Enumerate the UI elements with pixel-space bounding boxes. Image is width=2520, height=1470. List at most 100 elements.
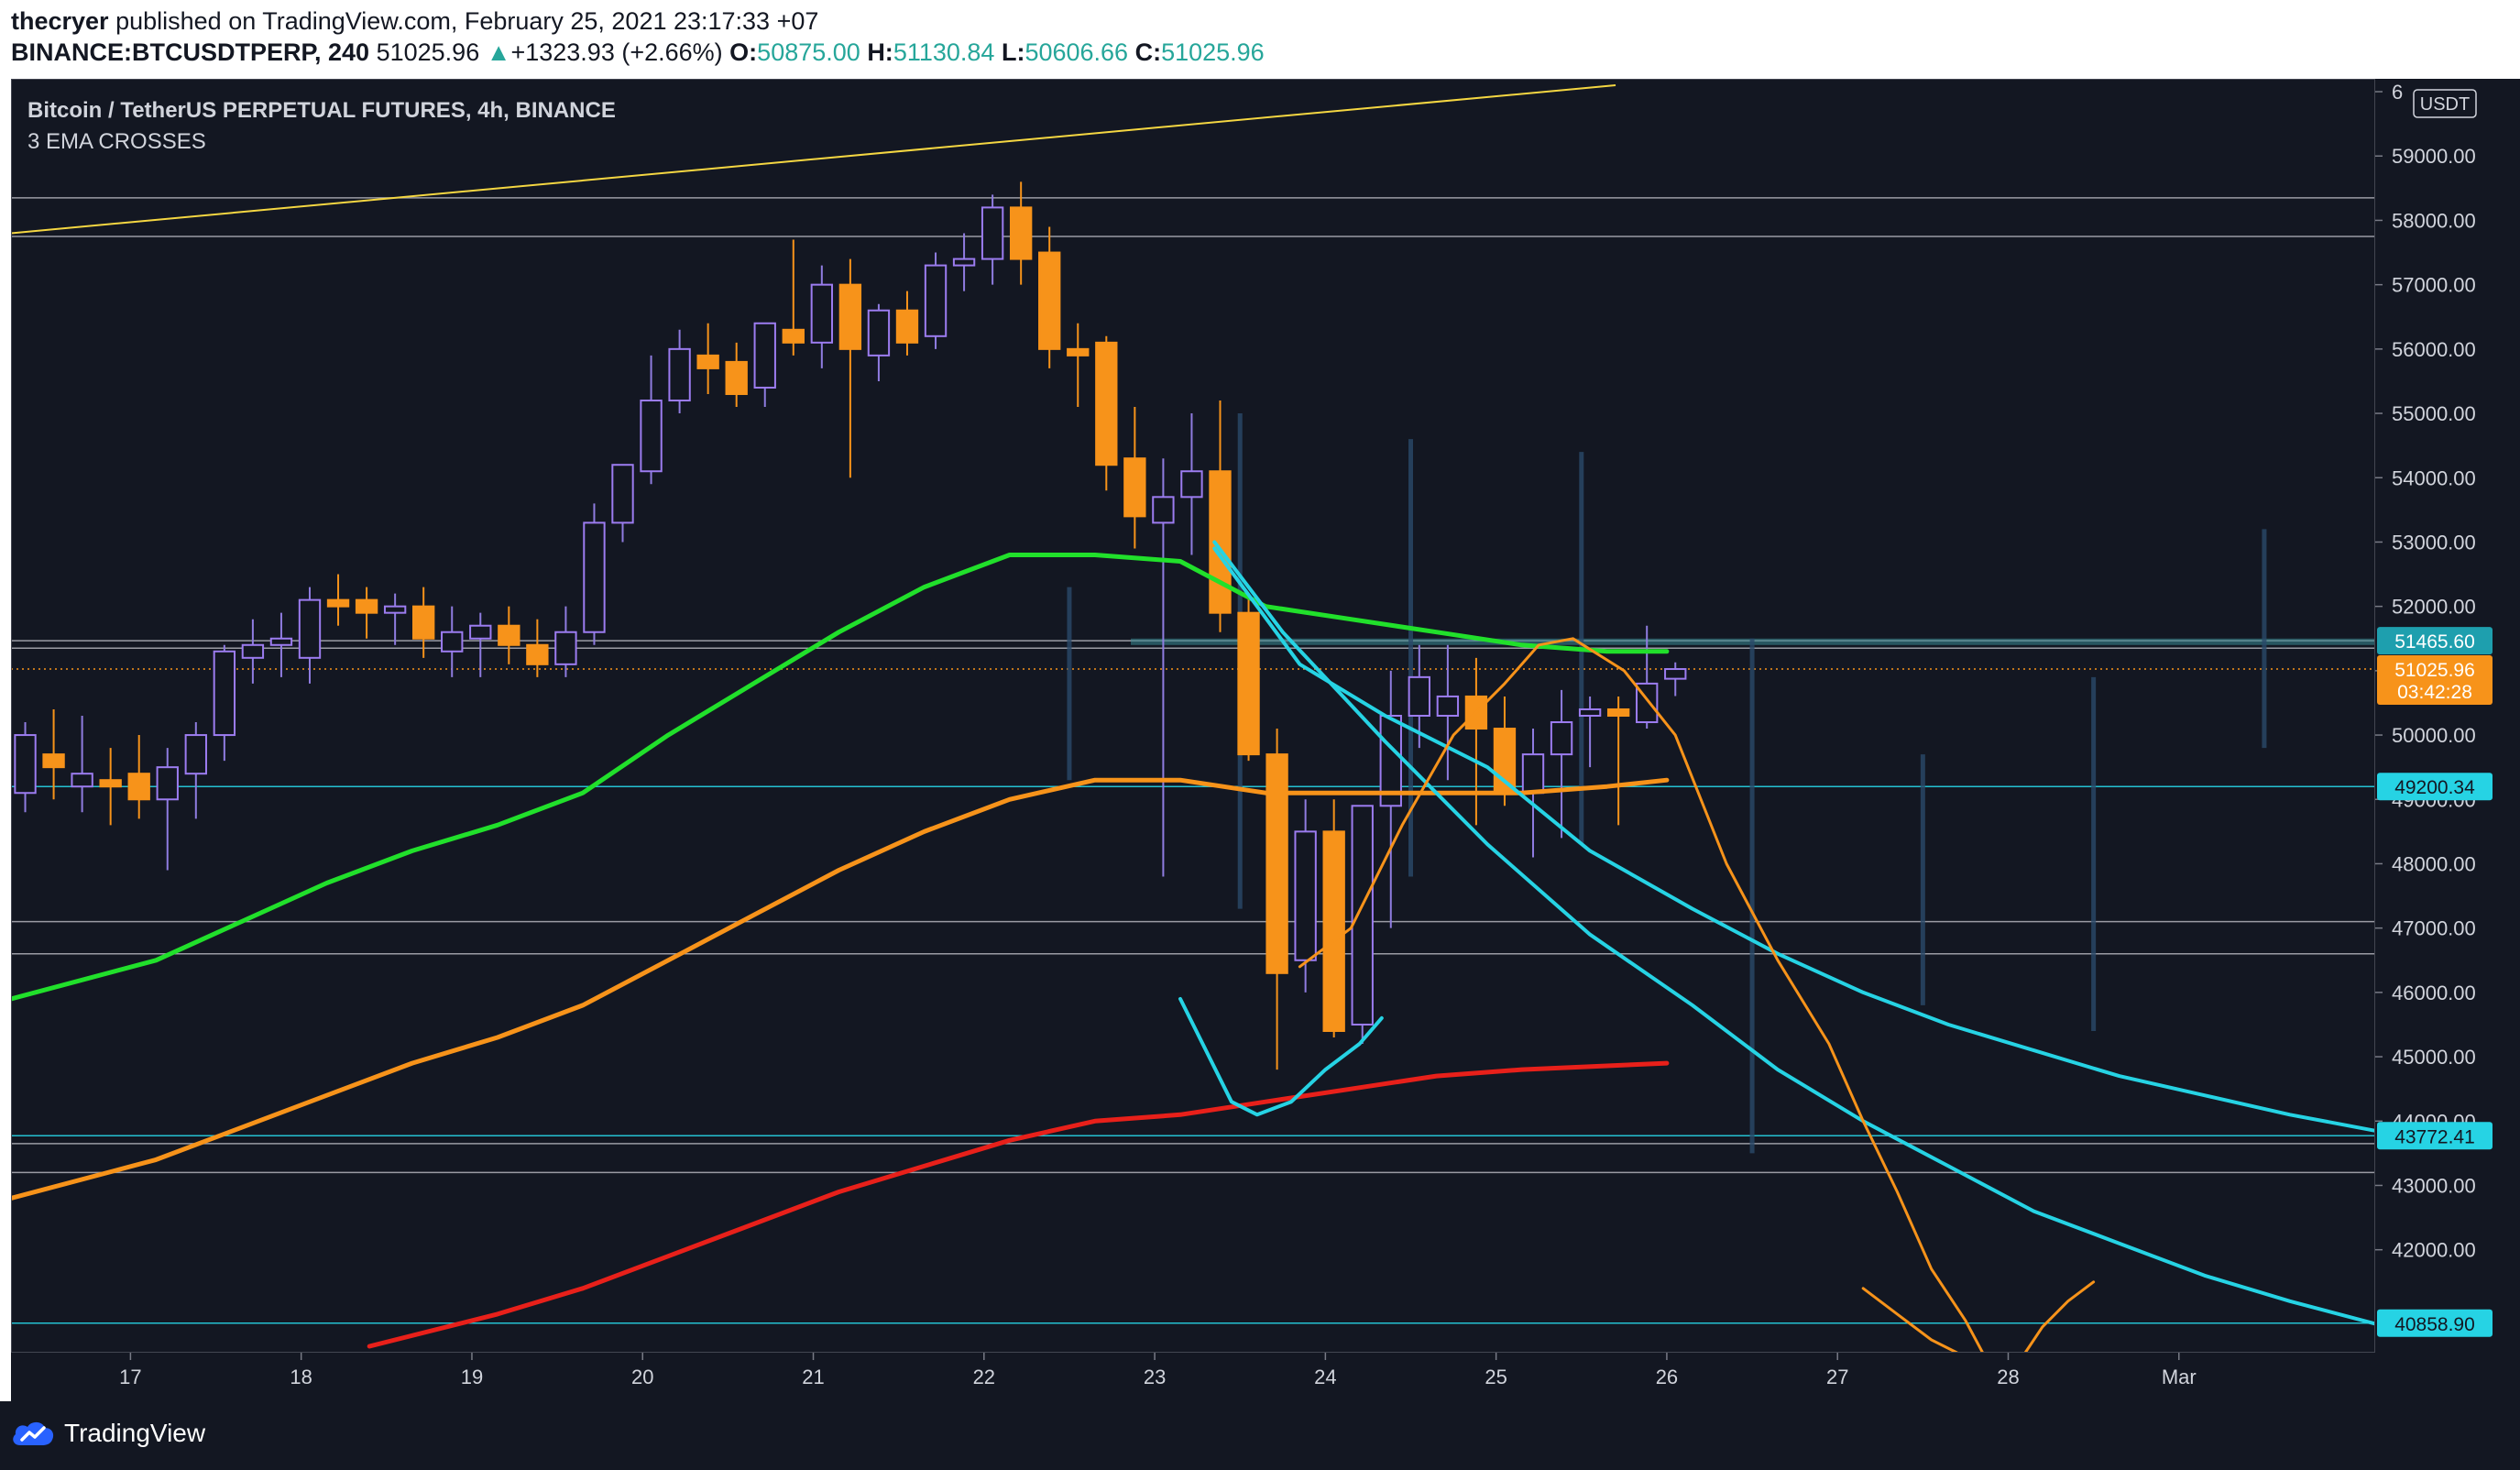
- candle-body: [71, 773, 93, 788]
- price-tick-label: 58000.00: [2392, 209, 2476, 232]
- open-label: O:: [729, 38, 758, 66]
- close-value: 51025.96: [1161, 38, 1265, 66]
- high-label: H:: [867, 38, 893, 66]
- time-tick-label: 22: [973, 1366, 995, 1388]
- price-tick-label: 46000.00: [2392, 982, 2476, 1004]
- price-tick-label: 53000.00: [2392, 531, 2476, 554]
- candle-body: [640, 400, 663, 473]
- candle-body: [498, 624, 520, 646]
- close-label: C:: [1134, 38, 1162, 66]
- candle-body: [269, 637, 293, 646]
- candle-body: [1067, 347, 1090, 357]
- price-chart[interactable]: Bitcoin / TetherUS PERPETUAL FUTURES, 4h…: [8, 78, 2520, 1401]
- price-badge-label: 49200.34: [2394, 777, 2475, 798]
- candle-body: [668, 347, 691, 402]
- price-tick-label: 55000.00: [2392, 402, 2476, 425]
- candle-body: [1009, 206, 1033, 260]
- price-tick-label: 47000.00: [2392, 917, 2476, 940]
- time-tick-label: 23: [1144, 1366, 1166, 1388]
- candle-body: [99, 779, 122, 788]
- time-tick-label: 28: [1997, 1366, 2019, 1388]
- candle-body: [924, 264, 948, 337]
- candle-body: [753, 322, 776, 389]
- price-change: +1323.93 (+2.66%): [510, 38, 723, 66]
- chart-title: Bitcoin / TetherUS PERPETUAL FUTURES, 4h…: [27, 98, 616, 123]
- candle-body: [14, 734, 37, 795]
- symbol-info-line: BINANCE:BTCUSDTPERP, 240 51025.96 ▲+1323…: [11, 38, 1265, 67]
- candle-body: [867, 309, 891, 357]
- author-name[interactable]: thecryer: [11, 7, 109, 35]
- price-tick-label: 43000.00: [2392, 1174, 2476, 1197]
- chart-background: [11, 79, 2520, 1401]
- candle-body: [383, 605, 407, 614]
- price-tick-label: 6: [2392, 81, 2403, 104]
- candle-body: [1521, 753, 1545, 795]
- candle-body: [412, 605, 435, 640]
- price-tick-label: 50000.00: [2392, 724, 2476, 747]
- price-badge-label: 51025.96: [2394, 660, 2475, 681]
- price-tick-label: 57000.00: [2392, 274, 2476, 297]
- candle-body: [1408, 675, 1431, 717]
- candle-body: [1180, 470, 1203, 499]
- price-tick-label: 48000.00: [2392, 852, 2476, 875]
- candle-body: [725, 360, 748, 395]
- candle-body: [127, 773, 150, 801]
- indicator-label: 3 EMA CROSSES: [27, 129, 206, 154]
- price-tick-label: 54000.00: [2392, 466, 2476, 489]
- time-tick-label: 19: [461, 1366, 483, 1388]
- countdown-label: 03:42:28: [2397, 682, 2472, 703]
- candle-body: [1351, 805, 1374, 1026]
- price-tick-label: 52000.00: [2392, 596, 2476, 619]
- symbol-name: BINANCE:BTCUSDTPERP, 240: [11, 38, 370, 66]
- low-value: 50606.66: [1024, 38, 1129, 66]
- candle-body: [1123, 457, 1146, 518]
- time-tick-label: 20: [631, 1366, 653, 1388]
- time-tick-label: 18: [290, 1366, 312, 1388]
- candle-body: [298, 598, 322, 659]
- chart-container[interactable]: Bitcoin / TetherUS PERPETUAL FUTURES, 4h…: [8, 78, 2520, 1401]
- candle-body: [554, 631, 577, 665]
- candle-body: [1038, 251, 1061, 350]
- candle-body: [1550, 721, 1573, 756]
- time-tick-label: 24: [1314, 1366, 1336, 1388]
- candle-body: [782, 328, 805, 344]
- brand-name: TradingView: [64, 1419, 206, 1447]
- publish-date: published on TradingView.com, February 2…: [115, 7, 819, 35]
- candle-body: [583, 521, 606, 633]
- candle-body: [241, 643, 265, 659]
- footer-bar: TradingView: [0, 1401, 2520, 1470]
- price-tick-label: 59000.00: [2392, 145, 2476, 168]
- time-tick-label: 26: [1656, 1366, 1678, 1388]
- candle-body: [184, 734, 207, 775]
- candle-body: [810, 283, 834, 344]
- candle-body: [895, 309, 919, 344]
- time-tick-label: 27: [1826, 1366, 1848, 1388]
- candle-body: [1294, 830, 1317, 961]
- price-badge-label: 43772.41: [2394, 1126, 2475, 1147]
- candle-body: [1322, 830, 1345, 1032]
- last-price: 51025.96: [376, 38, 480, 66]
- candle-body: [696, 354, 719, 369]
- time-tick-label: Mar: [2162, 1366, 2197, 1388]
- candle-body: [441, 631, 464, 653]
- low-label: L:: [1001, 38, 1025, 66]
- price-badge-label: 51465.60: [2394, 631, 2475, 653]
- brand-logo[interactable]: TradingView: [11, 1418, 205, 1449]
- candle-body: [981, 206, 1004, 260]
- candle-body: [1436, 695, 1460, 717]
- currency-badge: USDT: [2420, 94, 2470, 115]
- candle-body: [838, 283, 862, 350]
- tradingview-logo-icon: [13, 1421, 54, 1445]
- high-value: 51130.84: [893, 38, 995, 66]
- candle-body: [355, 598, 378, 614]
- price-tick-label: 56000.00: [2392, 338, 2476, 361]
- open-value: 50875.00: [757, 38, 860, 66]
- candle-body: [1095, 341, 1118, 466]
- price-badge-label: 40858.90: [2394, 1314, 2475, 1335]
- candle-body: [1664, 668, 1687, 680]
- candle-body: [952, 258, 976, 267]
- candle-body: [1578, 708, 1602, 717]
- candle-body: [1265, 753, 1288, 974]
- candle-body: [42, 753, 65, 769]
- time-axis-area: [11, 1353, 2520, 1401]
